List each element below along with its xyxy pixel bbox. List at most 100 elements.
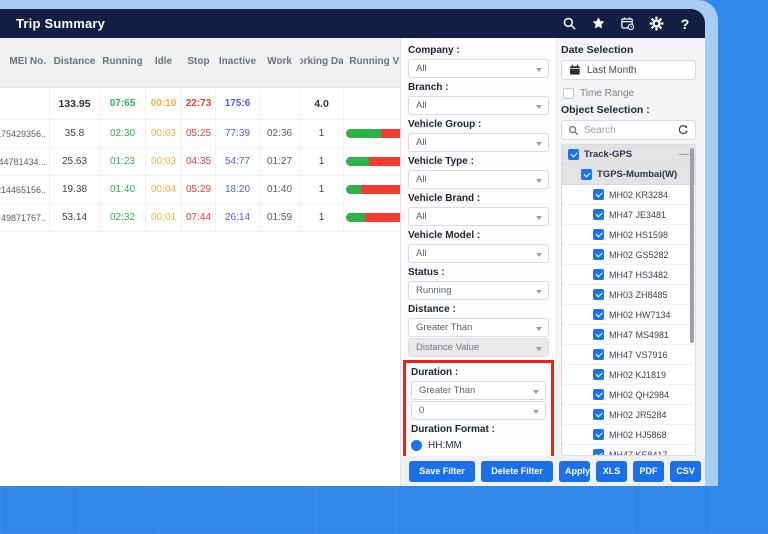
radio-hhmm[interactable]	[411, 440, 422, 451]
distance-value-select[interactable]: Distance Value	[408, 338, 549, 357]
object-search-box	[561, 120, 696, 140]
save-filter-button[interactable]: Save Filter	[409, 461, 475, 482]
vehicle-checkbox[interactable]	[593, 349, 604, 360]
group-checkbox[interactable]	[568, 149, 579, 160]
object-search-input[interactable]	[584, 125, 672, 136]
duration-label: Duration :	[411, 367, 546, 378]
vehicle-type-select[interactable]: All	[408, 170, 549, 189]
cell-imei: 214465156..	[0, 176, 50, 203]
distance-label: Distance :	[408, 304, 549, 315]
help-glyph: ?	[681, 16, 690, 32]
vehicle-checkbox[interactable]	[593, 389, 604, 400]
duration-operator-select[interactable]: Greater Than	[411, 381, 546, 400]
vehicle-brand-select[interactable]: All	[408, 207, 549, 226]
distance-operator-select[interactable]: Greater Than	[408, 318, 549, 337]
vehicle-checkbox[interactable]	[593, 449, 604, 456]
vehicle-label: MH47 MS4981	[609, 330, 669, 340]
group-label: Track-GPS	[584, 149, 632, 160]
object-selection-label: Object Selection :	[561, 104, 696, 116]
chevron-down-icon	[536, 290, 542, 294]
vehicle-item[interactable]: MH02 HS1598	[562, 225, 695, 245]
vehicle-group-label: Vehicle Group :	[408, 119, 549, 130]
table-row: 214465156.. 19.38 01:40 00:04 05:29 18:2…	[0, 176, 400, 204]
vehicle-checkbox[interactable]	[593, 189, 604, 200]
branch-select[interactable]: All	[408, 96, 549, 115]
vehicle-brand-label: Vehicle Brand :	[408, 193, 549, 204]
time-range-row[interactable]: Time Range	[563, 88, 696, 99]
tree-subgroup-row[interactable]: TGPS-Mumbai(W)	[562, 165, 695, 185]
vehicle-item[interactable]: MH47 KE8417	[562, 445, 695, 456]
running-vs-stop-bar	[346, 157, 400, 166]
vehicle-item[interactable]: MH02 JR5284	[562, 405, 695, 425]
help-icon[interactable]: ?	[677, 16, 693, 32]
vehicle-label: MH02 KJ1819	[609, 370, 666, 380]
vehicle-item[interactable]: MH02 HW7134	[562, 305, 695, 325]
vehicle-item[interactable]: MH47 JE3481	[562, 205, 695, 225]
csv-button[interactable]: CSV	[670, 461, 701, 482]
col-running: Running	[100, 38, 146, 87]
summary-work	[260, 88, 300, 119]
table-row: 49871767.. 53.14 02:32 00:01 07:44 26:14…	[0, 204, 400, 232]
date-range-value: Last Month	[587, 65, 636, 76]
page-title: Trip Summary	[16, 16, 105, 31]
date-range-field[interactable]: Last Month	[561, 60, 696, 80]
search-icon[interactable]	[561, 16, 577, 32]
company-select[interactable]: All	[408, 59, 549, 78]
vehicle-checkbox[interactable]	[593, 409, 604, 420]
date-selection-label: Date Selection	[561, 44, 696, 56]
time-range-checkbox[interactable]	[563, 88, 574, 99]
subgroup-label: TGPS-Mumbai(W)	[597, 169, 677, 180]
settings-gear-icon[interactable]	[648, 16, 664, 32]
tree-scrollbar[interactable]	[690, 148, 694, 343]
titlebar: Trip Summary ?	[0, 9, 705, 38]
vehicle-checkbox[interactable]	[593, 369, 604, 380]
side-area: Company : All Branch : All Vehicle Group…	[400, 38, 705, 486]
vehicle-item[interactable]: MH02 KR3284	[562, 185, 695, 205]
collapse-icon[interactable]: —	[679, 149, 689, 160]
schedule-calendar-icon[interactable]	[619, 16, 635, 32]
pdf-button[interactable]: PDF	[633, 461, 664, 482]
vehicle-checkbox[interactable]	[593, 289, 604, 300]
vehicle-checkbox[interactable]	[593, 269, 604, 280]
chevron-down-icon	[536, 68, 542, 72]
vehicle-model-select[interactable]: All	[408, 244, 549, 263]
cell-imei: 44781434...	[0, 148, 50, 175]
vehicle-checkbox[interactable]	[593, 229, 604, 240]
vehicle-item[interactable]: MH02 QH2984	[562, 385, 695, 405]
running-vs-stop-bar	[346, 213, 400, 222]
apply-button[interactable]: Apply	[559, 461, 590, 482]
vehicle-item[interactable]: MH47 VS7916	[562, 345, 695, 365]
vehicle-checkbox[interactable]	[593, 429, 604, 440]
vehicle-item[interactable]: MH02 HJ5868	[562, 425, 695, 445]
refresh-icon[interactable]	[677, 124, 689, 136]
vehicle-checkbox[interactable]	[593, 309, 604, 320]
vehicle-label: MH47 KE8417	[609, 450, 668, 457]
cell-imei: 49871767..	[0, 204, 50, 231]
vehicle-group-select[interactable]: All	[408, 133, 549, 152]
titlebar-icons: ?	[561, 16, 693, 32]
favorites-star-icon[interactable]	[590, 16, 606, 32]
running-vs-stop-bar	[346, 129, 400, 138]
duration-value-select[interactable]: 0	[411, 401, 546, 420]
subgroup-checkbox[interactable]	[581, 169, 592, 180]
vehicle-label: MH02 GS5282	[609, 250, 669, 260]
vehicle-label: MH02 QH2984	[609, 390, 669, 400]
vehicle-item[interactable]: MH02 GS5282	[562, 245, 695, 265]
col-idle: Idle	[146, 38, 182, 87]
chevron-down-icon	[536, 142, 542, 146]
vehicle-item[interactable]: MH47 MS4981	[562, 325, 695, 345]
object-tree: Track-GPS — TGPS-Mumbai(W) MH02 KR3284 M…	[561, 144, 696, 456]
delete-filter-button[interactable]: Delete Filter	[481, 461, 553, 482]
vehicle-checkbox[interactable]	[593, 249, 604, 260]
vehicle-label: MH47 JE3481	[609, 210, 666, 220]
vehicle-checkbox[interactable]	[593, 329, 604, 340]
tree-group-row[interactable]: Track-GPS —	[562, 145, 695, 165]
vehicle-item[interactable]: MH47 HS3482	[562, 265, 695, 285]
vehicle-item[interactable]: MH03 ZH8485	[562, 285, 695, 305]
status-select[interactable]: Running	[408, 281, 549, 300]
col-work: Work	[260, 38, 300, 87]
vehicle-item[interactable]: MH02 KJ1819	[562, 365, 695, 385]
xls-button[interactable]: XLS	[596, 461, 627, 482]
object-selection-panel: Date Selection Last Month Time Range Obj…	[557, 38, 705, 456]
vehicle-checkbox[interactable]	[593, 209, 604, 220]
